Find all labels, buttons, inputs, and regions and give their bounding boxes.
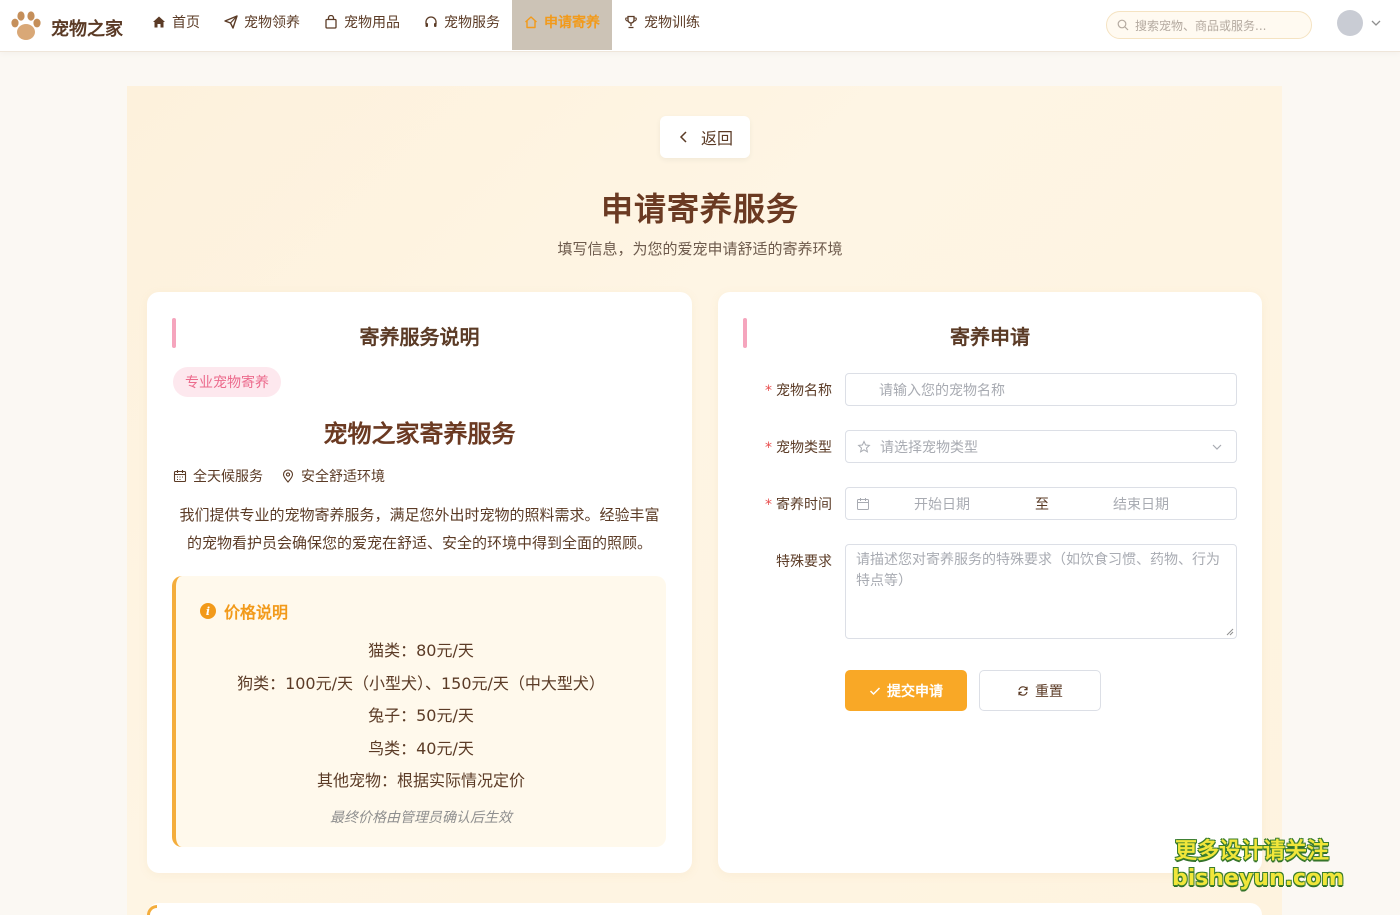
- pet-name-label: * 宠物名称: [748, 380, 832, 400]
- label-text: 宠物名称: [776, 383, 832, 399]
- submit-button[interactable]: 提交申请: [845, 670, 967, 711]
- special-requirements-label: 特殊要求: [748, 551, 832, 571]
- nav-label: 宠物服务: [444, 15, 500, 31]
- service-title: 宠物之家寄养服务: [323, 420, 516, 448]
- service-meta: 全天候服务 安全舒适环境: [173, 466, 403, 486]
- special-requirements-textarea[interactable]: 请描述您对寄养服务的特殊要求（如饮食习惯、药物、行为特点等）: [845, 544, 1237, 639]
- reset-label: 重置: [1035, 683, 1063, 700]
- meta-item-hours: 全天候服务: [173, 466, 263, 486]
- page-title: 申请寄养服务: [600, 190, 799, 228]
- chevron-down-icon: [1212, 444, 1222, 450]
- paw-icon: [11, 11, 41, 40]
- submit-label: 提交申请: [887, 683, 943, 700]
- send-icon: [224, 15, 238, 29]
- calendar-icon: [173, 470, 187, 483]
- watermark: 更多设计请关注 bisheyun.com: [1172, 838, 1345, 892]
- star-icon: [857, 439, 871, 453]
- label-text: 特殊要求: [776, 554, 832, 570]
- back-button[interactable]: 返回: [660, 116, 750, 158]
- service-info-card: 寄养服务说明 专业宠物寄养 宠物之家寄养服务 全天候服务 安全舒适环境 我们提供…: [147, 292, 692, 873]
- page-subtitle: 填写信息，为您的爱宠申请舒适的寄养环境: [557, 240, 843, 258]
- label-text: 宠物类型: [776, 440, 832, 456]
- price-heading: i 价格说明: [200, 599, 288, 623]
- price-line: 猫类：80元/天: [368, 641, 474, 660]
- end-date-input[interactable]: 结束日期: [1113, 494, 1169, 514]
- nav-label: 宠物用品: [344, 15, 400, 31]
- watermark-line: bisheyun.com: [1172, 866, 1345, 891]
- info-icon: i: [200, 603, 216, 619]
- required-mark: *: [765, 497, 772, 513]
- card-title: 寄养服务说明: [359, 325, 480, 349]
- period-label: * 寄养时间: [748, 494, 832, 514]
- reset-button[interactable]: 重置: [979, 670, 1101, 711]
- meta-label: 全天候服务: [193, 469, 263, 485]
- nav-label: 申请寄养: [544, 15, 600, 31]
- check-icon: [869, 686, 881, 695]
- resize-handle-icon[interactable]: [1226, 628, 1234, 636]
- brand-logo[interactable]: 宠物之家: [8, 8, 123, 44]
- service-description: 我们提供专业的宠物寄养服务，满足您外出时宠物的照料需求。经验丰富的宠物看护员会确…: [179, 506, 660, 552]
- house-icon: [524, 15, 538, 29]
- nav-item-services[interactable]: 宠物服务: [412, 0, 512, 50]
- pet-type-select[interactable]: 请选择宠物类型: [845, 430, 1237, 463]
- label-text: 寄养时间: [776, 497, 832, 513]
- price-line: 狗类：100元/天（小型犬）、150元/天（中大型犬）: [237, 674, 605, 693]
- location-icon: [282, 469, 294, 483]
- chevron-left-icon: [679, 131, 687, 143]
- pet-name-placeholder: 请输入您的宠物名称: [879, 382, 1005, 399]
- nav-item-boarding[interactable]: 申请寄养: [512, 0, 612, 50]
- meta-item-environment: 安全舒适环境: [281, 466, 385, 486]
- trophy-icon: [624, 15, 638, 29]
- date-separator: 至: [1035, 496, 1049, 513]
- next-section-card: [147, 903, 1262, 915]
- card-title: 寄养申请: [950, 325, 1030, 349]
- search-input[interactable]: 搜索宠物、商品或服务...: [1106, 11, 1312, 39]
- price-info-box: i 价格说明 猫类：80元/天 狗类：100元/天（小型犬）、150元/天（中大…: [172, 576, 666, 847]
- date-range-picker[interactable]: 开始日期 至 结束日期: [845, 487, 1237, 520]
- calendar-icon: [857, 497, 869, 510]
- search-placeholder: 搜索宠物、商品或服务...: [1135, 18, 1267, 33]
- price-line: 兔子：50元/天: [368, 706, 474, 725]
- special-placeholder: 请描述您对寄养服务的特殊要求（如饮食习惯、药物、行为特点等）: [856, 552, 1220, 589]
- chevron-down-icon[interactable]: [1370, 17, 1382, 29]
- price-line: 鸟类：40元/天: [368, 739, 474, 758]
- service-tag: 专业宠物寄养: [173, 367, 281, 397]
- main-nav: 首页 宠物领养 宠物用品 宠物服务 申请寄养 宠物训练: [140, 0, 712, 50]
- nav-item-supplies[interactable]: 宠物用品: [312, 0, 412, 50]
- top-navbar: 宠物之家 首页 宠物领养 宠物用品 宠物服务 申请寄养 宠物训练 搜索宠物、商品…: [0, 0, 1400, 52]
- nav-label: 宠物领养: [244, 15, 300, 31]
- search-icon: [1117, 19, 1129, 31]
- price-heading-label: 价格说明: [224, 603, 289, 622]
- bag-icon: [324, 15, 338, 29]
- pet-name-field[interactable]: 请输入您的宠物名称: [845, 373, 1237, 406]
- back-label: 返回: [700, 129, 733, 148]
- brand-name: 宠物之家: [51, 18, 123, 40]
- meta-label: 安全舒适环境: [301, 469, 385, 485]
- nav-label: 宠物训练: [644, 15, 700, 31]
- pet-type-placeholder: 请选择宠物类型: [880, 439, 978, 456]
- nav-item-adoption[interactable]: 宠物领养: [212, 0, 312, 50]
- pet-type-label: * 宠物类型: [748, 437, 832, 457]
- avatar[interactable]: [1337, 10, 1363, 36]
- headset-icon: [424, 15, 438, 29]
- price-note: 最终价格由管理员确认后生效: [330, 810, 512, 826]
- nav-item-training[interactable]: 宠物训练: [612, 0, 712, 50]
- home-icon: [152, 15, 166, 29]
- price-line: 其他宠物：根据实际情况定价: [316, 771, 525, 790]
- required-mark: *: [765, 440, 772, 456]
- nav-item-home[interactable]: 首页: [140, 0, 212, 50]
- nav-label: 首页: [172, 15, 200, 31]
- required-mark: *: [765, 383, 772, 399]
- refresh-icon: [1018, 685, 1028, 696]
- application-form-card: 寄养申请 * 宠物名称 请输入您的宠物名称 * 宠物类型 请选择宠物类型 * 寄养时间…: [718, 292, 1262, 873]
- start-date-input[interactable]: 开始日期: [914, 494, 970, 514]
- watermark-line: 更多设计请关注: [1174, 839, 1329, 864]
